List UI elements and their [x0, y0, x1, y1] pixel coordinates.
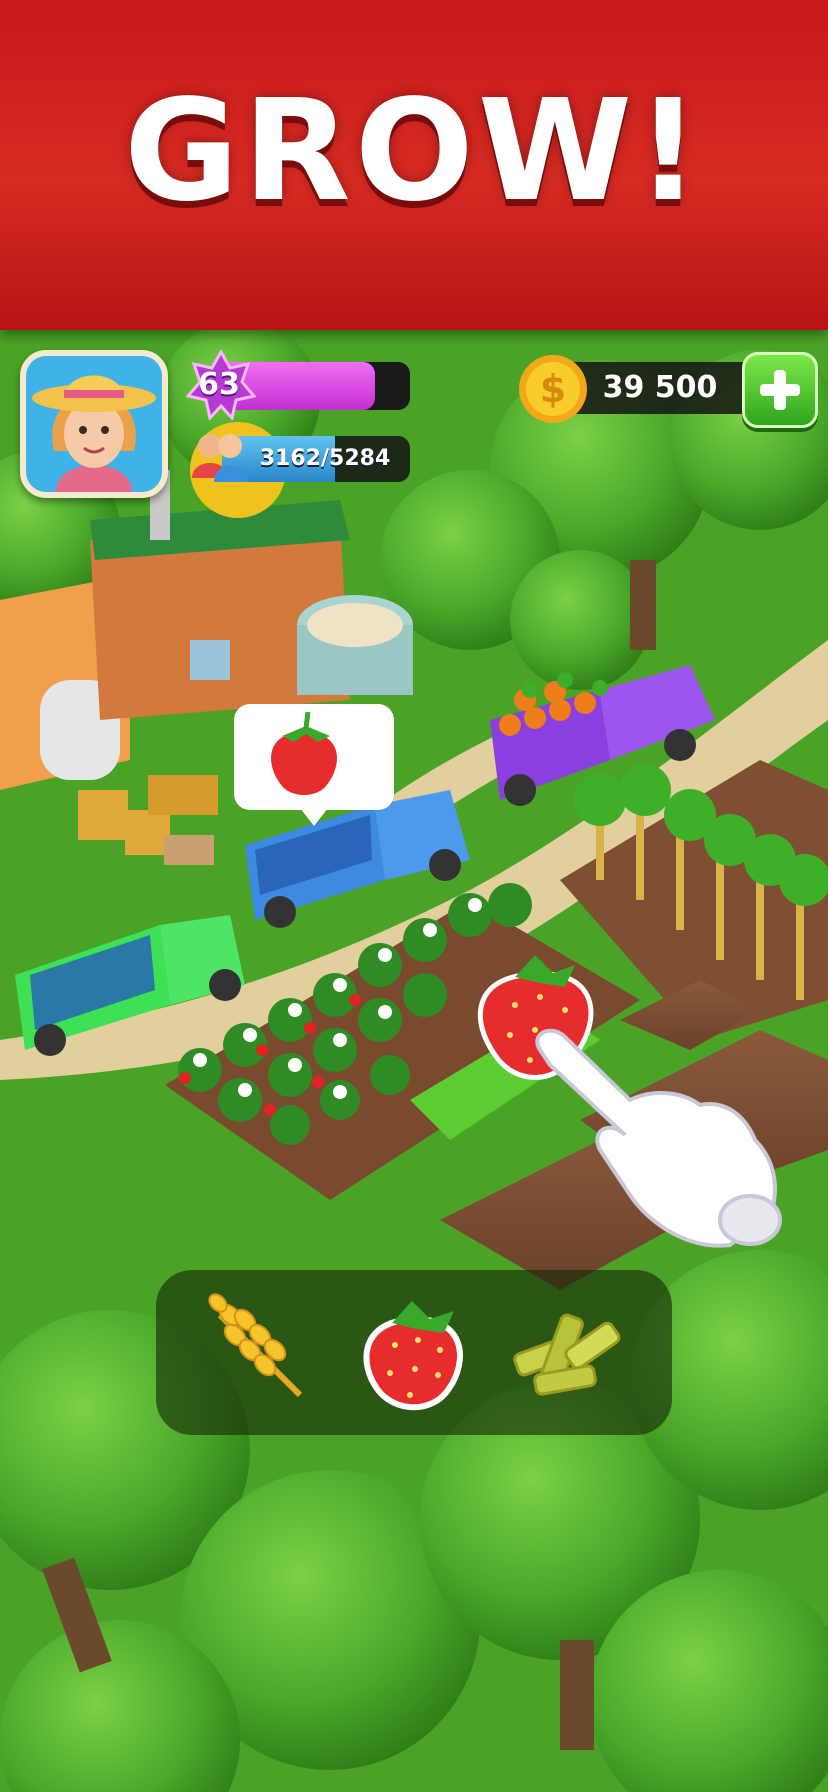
truck-request-bubble[interactable]	[232, 702, 396, 830]
plus-icon	[760, 370, 800, 410]
farmer-portrait	[26, 356, 162, 492]
svg-text:$: $	[540, 367, 566, 411]
wheat-icon[interactable]	[200, 1285, 320, 1415]
player-level: 63	[198, 367, 240, 402]
coin-icon: $	[519, 355, 587, 423]
population-count: 3162/5284	[259, 446, 391, 471]
strawberry-icon[interactable]	[350, 1285, 475, 1420]
banner-title: GROW!	[124, 70, 704, 233]
water-tank	[297, 595, 413, 695]
pointing-hand-icon	[535, 1028, 782, 1248]
coin-count: 39 500	[602, 370, 718, 405]
add-coins-button[interactable]	[742, 352, 818, 428]
sugarcane-icon[interactable]	[505, 1295, 625, 1410]
header-banner: GROW!	[0, 0, 828, 330]
player-avatar[interactable]	[20, 350, 168, 498]
